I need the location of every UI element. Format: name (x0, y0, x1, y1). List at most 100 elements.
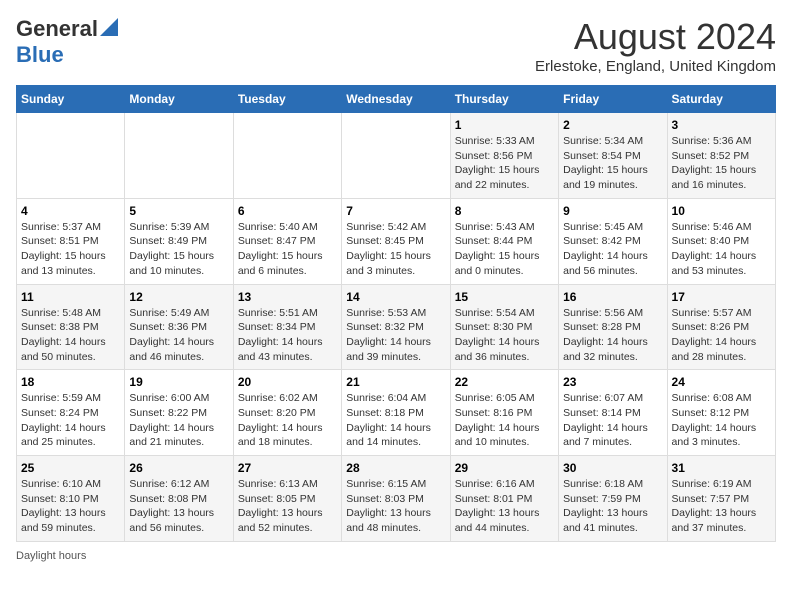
calendar-cell: 22 Sunrise: 6:05 AM Sunset: 8:16 PM Dayli… (450, 370, 558, 456)
day-number: 4 (21, 204, 120, 218)
day-number: 2 (563, 118, 662, 132)
day-number: 8 (455, 204, 554, 218)
calendar-cell: 23 Sunrise: 6:07 AM Sunset: 8:14 PM Dayli… (559, 370, 667, 456)
day-info: Sunrise: 6:02 AM Sunset: 8:20 PM Dayligh… (238, 391, 337, 450)
day-info: Sunrise: 5:59 AM Sunset: 8:24 PM Dayligh… (21, 391, 120, 450)
day-info: Sunrise: 5:46 AM Sunset: 8:40 PM Dayligh… (672, 220, 771, 279)
day-number: 31 (672, 461, 771, 475)
day-info: Sunrise: 5:53 AM Sunset: 8:32 PM Dayligh… (346, 306, 445, 365)
day-info: Sunrise: 5:34 AM Sunset: 8:54 PM Dayligh… (563, 134, 662, 193)
calendar-cell: 15Sunrise: 5:54 AM Sunset: 8:30 PM Dayli… (450, 284, 558, 370)
calendar-cell: 31 Sunrise: 6:19 AM Sunset: 7:57 PM Dayli… (667, 456, 775, 542)
calendar-cell (342, 113, 450, 199)
day-number: 27 (238, 461, 337, 475)
day-number: 28 (346, 461, 445, 475)
page-header: General Blue August 2024 Erlestoke, Engl… (16, 16, 776, 75)
calendar-cell: 1Sunrise: 5:33 AM Sunset: 8:56 PM Daylig… (450, 113, 558, 199)
calendar-cell: 3 Sunrise: 5:36 AM Sunset: 8:52 PM Daylig… (667, 113, 775, 199)
calendar-header-tuesday: Tuesday (233, 86, 341, 113)
day-info: Sunrise: 5:54 AM Sunset: 8:30 PM Dayligh… (455, 306, 554, 365)
calendar-header-friday: Friday (559, 86, 667, 113)
day-info: Sunrise: 6:15 AM Sunset: 8:03 PM Dayligh… (346, 477, 445, 536)
month-title: August 2024 (535, 16, 776, 58)
calendar-cell: 19 Sunrise: 6:00 AM Sunset: 8:22 PM Dayli… (125, 370, 233, 456)
day-number: 20 (238, 375, 337, 389)
day-number: 5 (129, 204, 228, 218)
calendar-cell (125, 113, 233, 199)
day-number: 18 (21, 375, 120, 389)
calendar-cell: 25Sunrise: 6:10 AM Sunset: 8:10 PM Dayli… (17, 456, 125, 542)
day-number: 22 (455, 375, 554, 389)
calendar-cell: 28 Sunrise: 6:15 AM Sunset: 8:03 PM Dayli… (342, 456, 450, 542)
day-number: 26 (129, 461, 228, 475)
day-info: Sunrise: 5:56 AM Sunset: 8:28 PM Dayligh… (563, 306, 662, 365)
day-number: 13 (238, 290, 337, 304)
day-info: Sunrise: 5:48 AM Sunset: 8:38 PM Dayligh… (21, 306, 120, 365)
logo-triangle-icon (100, 18, 118, 36)
calendar-cell: 17Sunrise: 5:57 AM Sunset: 8:26 PM Dayli… (667, 284, 775, 370)
day-number: 10 (672, 204, 771, 218)
calendar-header-thursday: Thursday (450, 86, 558, 113)
calendar-week-row: 1Sunrise: 5:33 AM Sunset: 8:56 PM Daylig… (17, 113, 776, 199)
calendar-cell: 24 Sunrise: 6:08 AM Sunset: 8:12 PM Dayli… (667, 370, 775, 456)
day-info: Sunrise: 5:36 AM Sunset: 8:52 PM Dayligh… (672, 134, 771, 193)
calendar-cell: 26 Sunrise: 6:12 AM Sunset: 8:08 PM Dayli… (125, 456, 233, 542)
title-section: August 2024 Erlestoke, England, United K… (535, 16, 776, 75)
day-info: Sunrise: 5:45 AM Sunset: 8:42 PM Dayligh… (563, 220, 662, 279)
day-number: 16 (563, 290, 662, 304)
calendar-cell: 29Sunrise: 6:16 AM Sunset: 8:01 PM Dayli… (450, 456, 558, 542)
day-info: Sunrise: 5:37 AM Sunset: 8:51 PM Dayligh… (21, 220, 120, 279)
calendar-header-wednesday: Wednesday (342, 86, 450, 113)
day-info: Sunrise: 6:13 AM Sunset: 8:05 PM Dayligh… (238, 477, 337, 536)
calendar-week-row: 11 Sunrise: 5:48 AM Sunset: 8:38 PM Dayli… (17, 284, 776, 370)
calendar-cell: 21Sunrise: 6:04 AM Sunset: 8:18 PM Dayli… (342, 370, 450, 456)
calendar-cell: 20 Sunrise: 6:02 AM Sunset: 8:20 PM Dayli… (233, 370, 341, 456)
calendar-cell: 8 Sunrise: 5:43 AM Sunset: 8:44 PM Daylig… (450, 198, 558, 284)
calendar-cell (233, 113, 341, 199)
day-number: 23 (563, 375, 662, 389)
calendar-week-row: 25Sunrise: 6:10 AM Sunset: 8:10 PM Dayli… (17, 456, 776, 542)
day-info: Sunrise: 6:12 AM Sunset: 8:08 PM Dayligh… (129, 477, 228, 536)
day-number: 14 (346, 290, 445, 304)
logo-blue-text: Blue (16, 42, 64, 67)
day-number: 7 (346, 204, 445, 218)
day-info: Sunrise: 6:16 AM Sunset: 8:01 PM Dayligh… (455, 477, 554, 536)
day-info: Sunrise: 6:08 AM Sunset: 8:12 PM Dayligh… (672, 391, 771, 450)
day-number: 9 (563, 204, 662, 218)
logo-general-text: General (16, 16, 98, 42)
day-info: Sunrise: 6:00 AM Sunset: 8:22 PM Dayligh… (129, 391, 228, 450)
day-number: 30 (563, 461, 662, 475)
day-info: Sunrise: 5:33 AM Sunset: 8:56 PM Dayligh… (455, 134, 554, 193)
day-number: 3 (672, 118, 771, 132)
day-info: Sunrise: 5:43 AM Sunset: 8:44 PM Dayligh… (455, 220, 554, 279)
day-info: Sunrise: 6:05 AM Sunset: 8:16 PM Dayligh… (455, 391, 554, 450)
calendar-header-saturday: Saturday (667, 86, 775, 113)
day-number: 25 (21, 461, 120, 475)
calendar-cell: 10 Sunrise: 5:46 AM Sunset: 8:40 PM Dayli… (667, 198, 775, 284)
day-info: Sunrise: 5:42 AM Sunset: 8:45 PM Dayligh… (346, 220, 445, 279)
calendar-week-row: 18 Sunrise: 5:59 AM Sunset: 8:24 PM Dayli… (17, 370, 776, 456)
calendar-cell: 2 Sunrise: 5:34 AM Sunset: 8:54 PM Daylig… (559, 113, 667, 199)
day-number: 17 (672, 290, 771, 304)
logo: General Blue (16, 16, 118, 68)
footer-note: Daylight hours (16, 550, 776, 562)
daylight-label: Daylight hours (16, 550, 86, 562)
day-number: 11 (21, 290, 120, 304)
calendar-cell: 14 Sunrise: 5:53 AM Sunset: 8:32 PM Dayli… (342, 284, 450, 370)
day-number: 12 (129, 290, 228, 304)
day-info: Sunrise: 6:18 AM Sunset: 7:59 PM Dayligh… (563, 477, 662, 536)
day-info: Sunrise: 5:51 AM Sunset: 8:34 PM Dayligh… (238, 306, 337, 365)
calendar-cell: 6Sunrise: 5:40 AM Sunset: 8:47 PM Daylig… (233, 198, 341, 284)
day-info: Sunrise: 5:39 AM Sunset: 8:49 PM Dayligh… (129, 220, 228, 279)
day-number: 24 (672, 375, 771, 389)
calendar-cell: 30 Sunrise: 6:18 AM Sunset: 7:59 PM Dayli… (559, 456, 667, 542)
calendar-cell: 16 Sunrise: 5:56 AM Sunset: 8:28 PM Dayli… (559, 284, 667, 370)
calendar-cell: 27 Sunrise: 6:13 AM Sunset: 8:05 PM Dayli… (233, 456, 341, 542)
calendar-cell: 11 Sunrise: 5:48 AM Sunset: 8:38 PM Dayli… (17, 284, 125, 370)
calendar-cell: 13 Sunrise: 5:51 AM Sunset: 8:34 PM Dayli… (233, 284, 341, 370)
day-info: Sunrise: 6:19 AM Sunset: 7:57 PM Dayligh… (672, 477, 771, 536)
day-number: 19 (129, 375, 228, 389)
calendar-header-sunday: Sunday (17, 86, 125, 113)
day-info: Sunrise: 6:07 AM Sunset: 8:14 PM Dayligh… (563, 391, 662, 450)
calendar-cell: 5 Sunrise: 5:39 AM Sunset: 8:49 PM Daylig… (125, 198, 233, 284)
